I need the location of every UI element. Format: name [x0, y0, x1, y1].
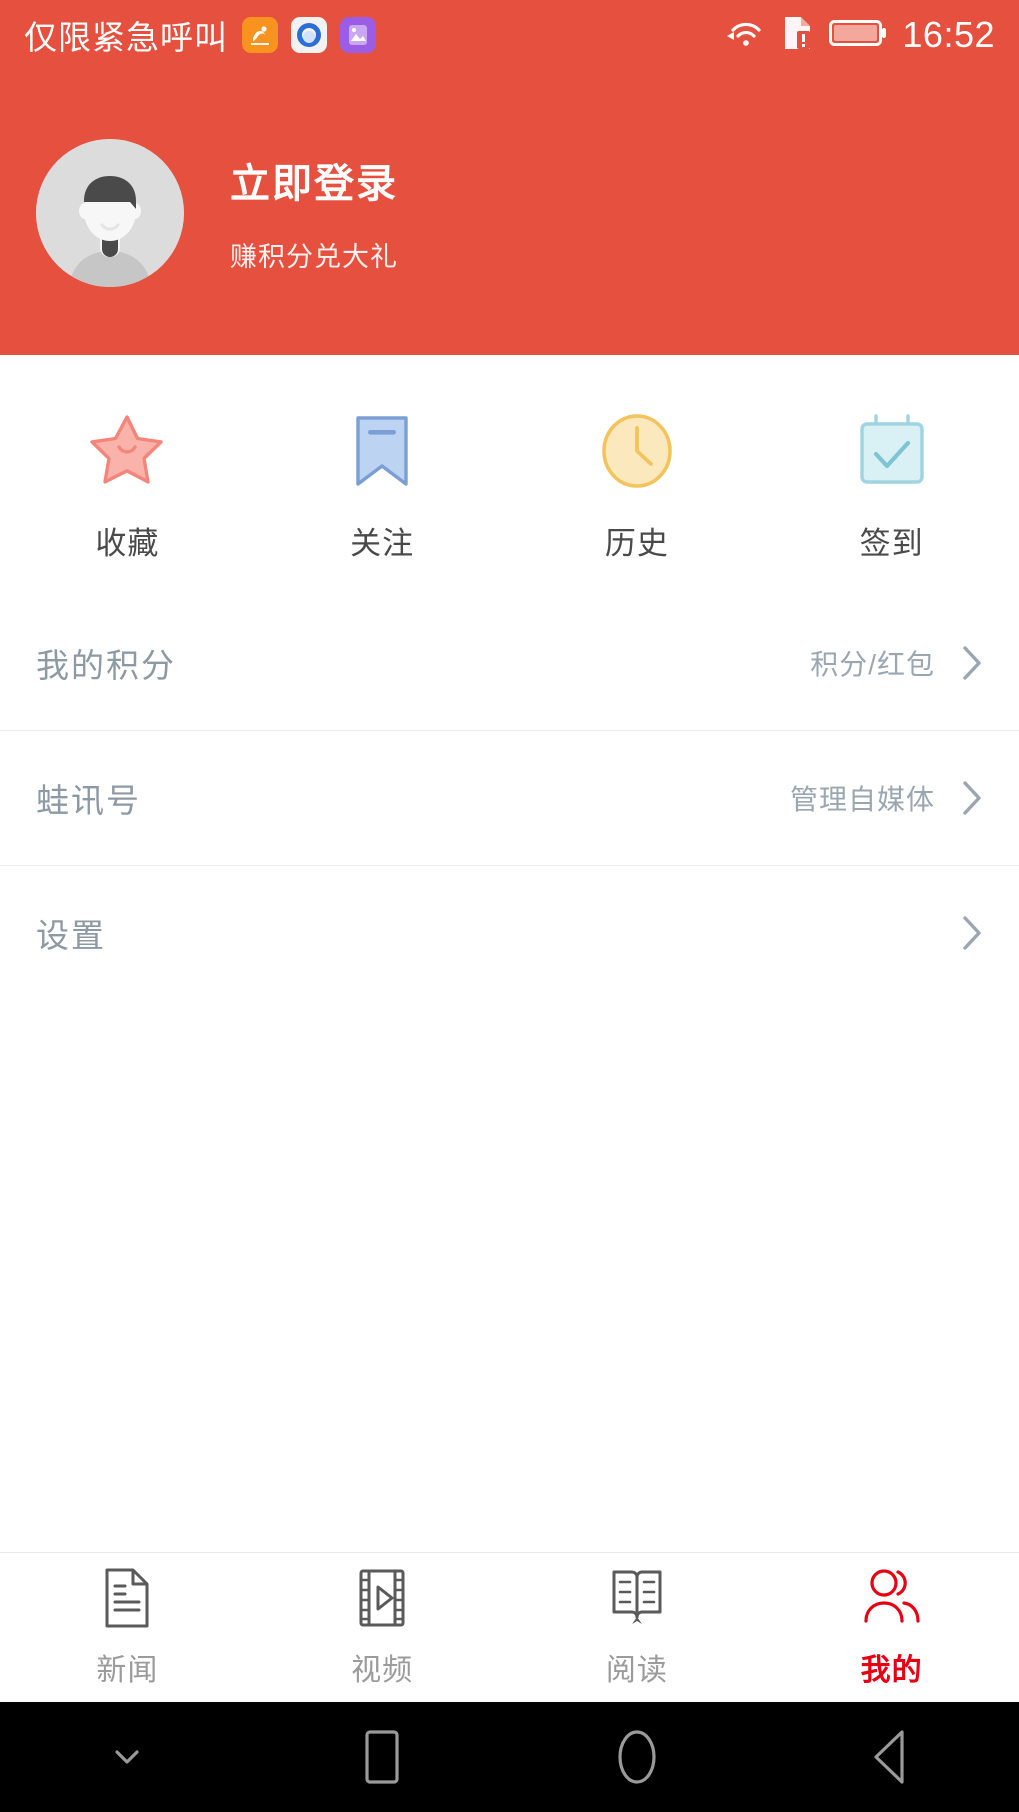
shortcut-label: 历史 — [604, 525, 669, 561]
content-filler — [0, 1000, 1019, 1552]
shortcut-checkin[interactable]: 签到 — [764, 410, 1019, 563]
battery-icon — [829, 17, 887, 54]
app-screen: 仅限紧急呼叫 16:52 立即登录 赚积分兑大礼 收藏 关注 历史 签到 我的积… — [0, 0, 1019, 1812]
bottom-tab-bar: 新闻 视频 阅读 我的 — [0, 1552, 1019, 1702]
shortcut-label: 收藏 — [95, 525, 160, 561]
shortcut-grid: 收藏 关注 历史 签到 — [0, 355, 1019, 595]
profile-text: 立即登录 赚积分兑大礼 — [230, 151, 398, 274]
tab-reading[interactable]: 阅读 — [510, 1567, 765, 1689]
status-bar: 仅限紧急呼叫 16:52 — [0, 0, 1019, 70]
clock-icon — [599, 410, 675, 492]
chevron-right-icon — [961, 779, 983, 817]
row-settings[interactable]: 设置 — [0, 865, 1019, 1000]
status-indicators: 16:52 — [723, 14, 995, 57]
menu-list: 我的积分 积分/红包 蛙讯号 管理自媒体 设置 — [0, 595, 1019, 1000]
uc-browser-icon — [242, 17, 278, 53]
photo-app-icon — [340, 17, 376, 53]
chevron-right-icon — [961, 914, 983, 952]
shortcut-favorites[interactable]: 收藏 — [0, 410, 255, 563]
star-icon — [88, 410, 166, 492]
row-value: 管理自媒体 — [789, 783, 935, 815]
chevron-right-icon — [961, 644, 983, 682]
avatar[interactable] — [36, 138, 184, 287]
sim-alert-icon — [782, 14, 814, 57]
shortcut-label: 签到 — [859, 525, 924, 561]
row-value: 积分/红包 — [810, 648, 935, 680]
tab-label: 新闻 — [96, 1653, 159, 1687]
wifi-icon — [723, 15, 767, 56]
row-my-points[interactable]: 我的积分 积分/红包 — [0, 595, 1019, 730]
tab-news[interactable]: 新闻 — [0, 1567, 255, 1689]
bookmark-icon — [350, 410, 414, 492]
profile-subtitle: 赚积分兑大礼 — [230, 242, 398, 272]
open-book-icon — [609, 1567, 665, 1629]
row-wa-account[interactable]: 蛙讯号 管理自媒体 — [0, 730, 1019, 865]
chevron-down-icon[interactable] — [0, 1746, 255, 1768]
tab-label: 我的 — [860, 1653, 923, 1687]
calendar-check-icon — [854, 410, 930, 492]
shortcut-follow[interactable]: 关注 — [255, 410, 510, 563]
back-triangle-icon[interactable] — [764, 1728, 1019, 1786]
status-app-icons — [242, 17, 376, 53]
row-title: 我的积分 — [36, 646, 176, 684]
login-prompt-label[interactable]: 立即登录 — [230, 151, 398, 209]
film-play-icon — [356, 1567, 408, 1629]
carrier-label: 仅限紧急呼叫 — [24, 19, 228, 56]
document-icon — [101, 1567, 153, 1629]
tab-mine[interactable]: 我的 — [764, 1567, 1019, 1689]
recents-square-icon[interactable] — [255, 1728, 510, 1786]
tab-video[interactable]: 视频 — [255, 1567, 510, 1689]
profile-header[interactable]: 立即登录 赚积分兑大礼 — [0, 70, 1019, 355]
home-circle-icon[interactable] — [510, 1728, 765, 1786]
qq-browser-icon — [291, 17, 327, 53]
clock-label: 16:52 — [902, 14, 995, 55]
shortcut-label: 关注 — [350, 525, 415, 561]
row-title: 设置 — [36, 916, 106, 954]
android-nav-bar — [0, 1702, 1019, 1812]
tab-label: 阅读 — [605, 1653, 668, 1687]
tab-label: 视频 — [351, 1653, 414, 1687]
shortcut-history[interactable]: 历史 — [510, 410, 765, 563]
people-icon — [862, 1567, 922, 1629]
row-title: 蛙讯号 — [36, 781, 141, 819]
